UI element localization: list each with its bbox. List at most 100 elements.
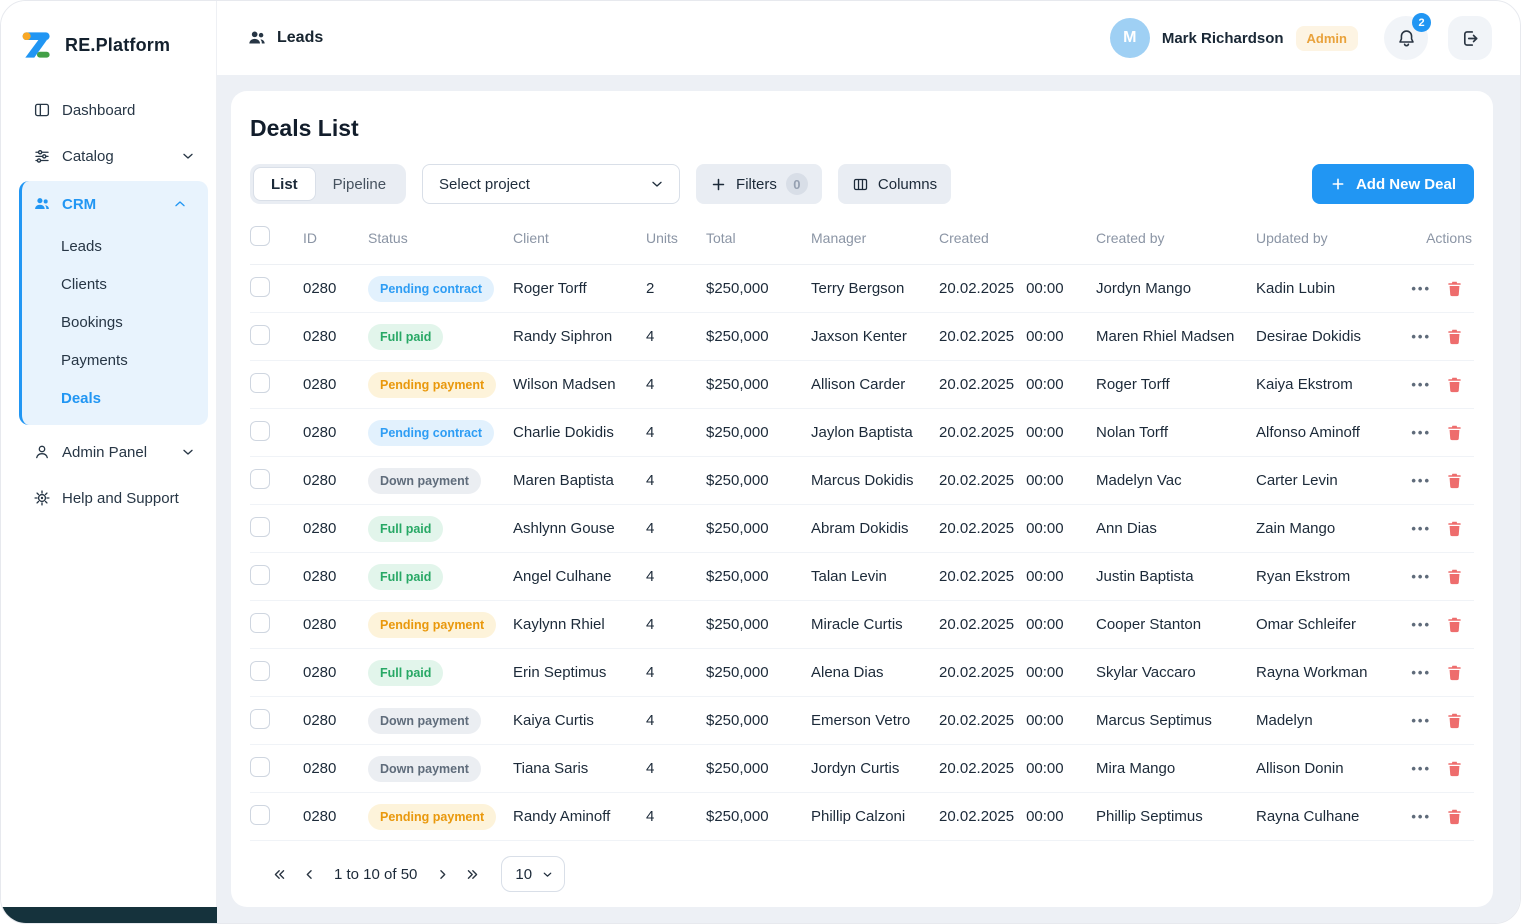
created-date: 20.02.2025 — [939, 664, 1014, 681]
table-row: 0280 Down payment Tiana Saris 4 $250,000… — [250, 745, 1474, 793]
logout-button[interactable] — [1448, 16, 1492, 60]
total-cell: $250,000 — [706, 265, 811, 313]
row-checkbox[interactable] — [250, 805, 270, 825]
delete-button[interactable] — [1445, 519, 1464, 538]
created-by-cell: Mira Mango — [1096, 745, 1256, 793]
delete-button[interactable] — [1445, 807, 1464, 826]
client-cell: Randy Siphron — [513, 313, 646, 361]
row-menu-button[interactable]: ••• — [1411, 423, 1431, 442]
row-menu-button[interactable]: ••• — [1411, 375, 1431, 394]
avatar[interactable]: M — [1110, 18, 1150, 58]
updated-by-cell: Kadin Lubin — [1256, 265, 1422, 313]
project-select[interactable]: Select project — [422, 164, 680, 204]
row-checkbox[interactable] — [250, 373, 270, 393]
row-checkbox[interactable] — [250, 325, 270, 345]
sidebar-item-catalog[interactable]: Catalog — [1, 133, 216, 179]
row-actions: ••• — [1422, 615, 1464, 634]
total-cell: $250,000 — [706, 313, 811, 361]
row-checkbox[interactable] — [250, 517, 270, 537]
deal-id: 0280 — [303, 361, 368, 409]
row-checkbox[interactable] — [250, 421, 270, 441]
manager-cell: Jordyn Curtis — [811, 745, 939, 793]
sidebar-item-deals[interactable]: Deals — [22, 379, 208, 417]
chevron-up-icon — [172, 196, 188, 212]
row-checkbox[interactable] — [250, 565, 270, 585]
select-all-checkbox[interactable] — [250, 226, 270, 246]
updated-by-cell: Carter Levin — [1256, 457, 1422, 505]
row-menu-button[interactable]: ••• — [1411, 471, 1431, 490]
delete-button[interactable] — [1445, 471, 1464, 490]
created-by-cell: Ann Dias — [1096, 505, 1256, 553]
delete-button[interactable] — [1445, 423, 1464, 442]
row-menu-button[interactable]: ••• — [1411, 615, 1431, 634]
row-checkbox[interactable] — [250, 709, 270, 729]
next-page-button[interactable] — [427, 859, 457, 889]
tab-list[interactable]: List — [253, 167, 316, 201]
created-cell: 20.02.202500:00 — [939, 409, 1096, 457]
row-checkbox[interactable] — [250, 277, 270, 297]
row-checkbox[interactable] — [250, 661, 270, 681]
sidebar-subitem-label: Deals — [61, 390, 101, 407]
sidebar-item-dashboard[interactable]: Dashboard — [1, 87, 216, 133]
row-menu-button[interactable]: ••• — [1411, 663, 1431, 682]
delete-button[interactable] — [1445, 711, 1464, 730]
status-badge: Full paid — [368, 564, 443, 590]
delete-button[interactable] — [1445, 615, 1464, 634]
sidebar-item-clients[interactable]: Clients — [22, 265, 208, 303]
sidebar-item-bookings[interactable]: Bookings — [22, 303, 208, 341]
units-cell: 4 — [646, 649, 706, 697]
created-time: 00:00 — [1026, 376, 1064, 393]
units-cell: 4 — [646, 745, 706, 793]
row-menu-button[interactable]: ••• — [1411, 759, 1431, 778]
last-page-button[interactable] — [457, 859, 487, 889]
row-menu-button[interactable]: ••• — [1411, 711, 1431, 730]
created-by-cell: Cooper Stanton — [1096, 601, 1256, 649]
columns-button[interactable]: Columns — [838, 164, 951, 204]
units-cell: 4 — [646, 313, 706, 361]
row-menu-button[interactable]: ••• — [1411, 519, 1431, 538]
client-cell: Kaylynn Rhiel — [513, 601, 646, 649]
notifications-button[interactable]: 2 — [1384, 16, 1428, 60]
created-by-cell: Marcus Septimus — [1096, 697, 1256, 745]
sidebar-item-payments[interactable]: Payments — [22, 341, 208, 379]
sidebar-item-help[interactable]: Help and Support — [1, 475, 216, 521]
row-menu-button[interactable]: ••• — [1411, 279, 1431, 298]
delete-button[interactable] — [1445, 567, 1464, 586]
gear-icon — [33, 489, 51, 507]
filters-button[interactable]: Filters 0 — [696, 164, 822, 204]
created-cell: 20.02.202500:00 — [939, 649, 1096, 697]
delete-button[interactable] — [1445, 663, 1464, 682]
prev-page-button[interactable] — [294, 859, 324, 889]
double-chevron-right-icon — [465, 867, 480, 882]
row-menu-button[interactable]: ••• — [1411, 327, 1431, 346]
sidebar-item-crm[interactable]: CRM — [22, 181, 208, 227]
sidebar-item-admin-panel[interactable]: Admin Panel — [1, 429, 216, 475]
created-date: 20.02.2025 — [939, 472, 1014, 489]
delete-button[interactable] — [1445, 279, 1464, 298]
delete-button[interactable] — [1445, 327, 1464, 346]
updated-by-cell: Rayna Culhane — [1256, 793, 1422, 841]
pagination-range: 1 to 10 of 50 — [334, 866, 417, 883]
client-cell: Erin Septimus — [513, 649, 646, 697]
row-checkbox[interactable] — [250, 757, 270, 777]
sidebar-item-leads[interactable]: Leads — [22, 227, 208, 265]
row-menu-button[interactable]: ••• — [1411, 567, 1431, 586]
trash-icon — [1445, 807, 1464, 826]
created-date: 20.02.2025 — [939, 616, 1014, 633]
first-page-button[interactable] — [264, 859, 294, 889]
row-menu-button[interactable]: ••• — [1411, 807, 1431, 826]
manager-cell: Allison Carder — [811, 361, 939, 409]
trash-icon — [1445, 663, 1464, 682]
add-new-deal-button[interactable]: Add New Deal — [1312, 164, 1474, 204]
page-size-select[interactable]: 10 — [501, 856, 565, 892]
delete-button[interactable] — [1445, 375, 1464, 394]
created-cell: 20.02.202500:00 — [939, 457, 1096, 505]
tab-pipeline[interactable]: Pipeline — [316, 167, 403, 201]
total-cell: $250,000 — [706, 697, 811, 745]
row-checkbox[interactable] — [250, 613, 270, 633]
created-cell: 20.02.202500:00 — [939, 313, 1096, 361]
deal-id: 0280 — [303, 697, 368, 745]
row-checkbox[interactable] — [250, 469, 270, 489]
units-cell: 4 — [646, 409, 706, 457]
delete-button[interactable] — [1445, 759, 1464, 778]
